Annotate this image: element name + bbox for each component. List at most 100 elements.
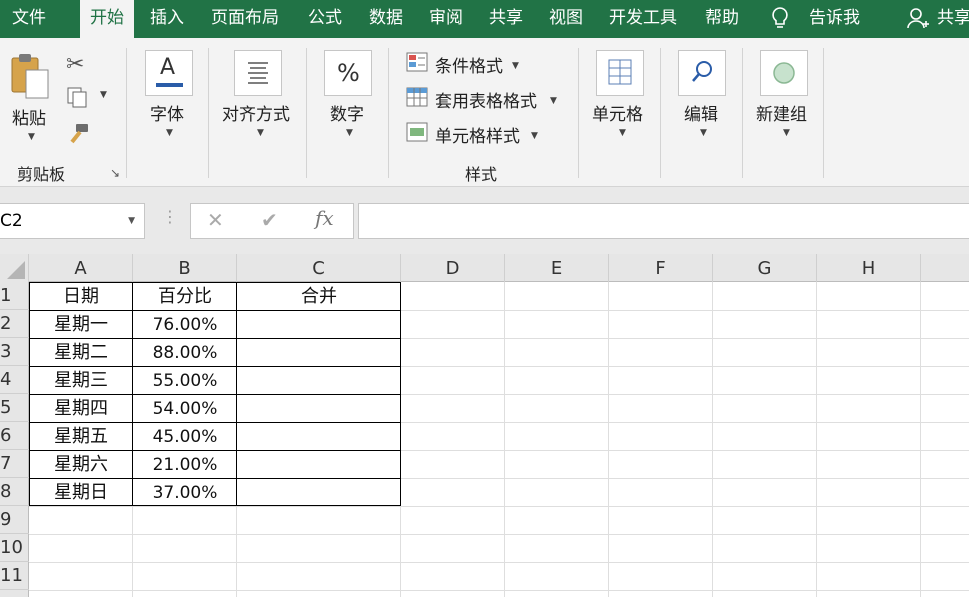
column-header-f[interactable]: F bbox=[609, 254, 713, 282]
new-group-button[interactable]: 新建组 ▼ bbox=[756, 48, 816, 148]
cell-b5[interactable]: 54.00% bbox=[133, 394, 237, 422]
row-header-1[interactable]: 1 bbox=[0, 282, 29, 310]
cell-c4[interactable] bbox=[237, 366, 401, 394]
row-header-3[interactable]: 3 bbox=[0, 338, 29, 366]
new-group-label: 新建组 bbox=[756, 105, 807, 125]
cell-b1[interactable]: 百分比 bbox=[133, 282, 237, 310]
cell-c7[interactable] bbox=[237, 450, 401, 478]
cell-a5[interactable]: 星期四 bbox=[29, 394, 133, 422]
cell-a4[interactable]: 星期三 bbox=[29, 366, 133, 394]
menu-data[interactable]: 数据 bbox=[369, 0, 403, 38]
cell-c1[interactable]: 合并 bbox=[237, 282, 401, 310]
cell-b7[interactable]: 21.00% bbox=[133, 450, 237, 478]
name-box[interactable]: C2 ▼ bbox=[0, 203, 145, 239]
font-button[interactable]: A 字体 ▼ bbox=[145, 48, 201, 148]
alignment-label: 对齐方式 bbox=[222, 105, 290, 125]
menu-page-layout[interactable]: 页面布局 bbox=[211, 0, 279, 38]
grid-line bbox=[29, 590, 969, 591]
column-header-b[interactable]: B bbox=[133, 254, 237, 282]
column-headers: A B C D E F G H bbox=[0, 254, 969, 282]
cell-b8[interactable]: 37.00% bbox=[133, 478, 237, 506]
cell-a7[interactable]: 星期六 bbox=[29, 450, 133, 478]
cell-b4[interactable]: 55.00% bbox=[133, 366, 237, 394]
conditional-format-button[interactable]: 条件格式 ▼ bbox=[406, 52, 566, 78]
cancel-icon[interactable]: ✕ bbox=[207, 208, 224, 232]
menu-file[interactable]: 文件 bbox=[12, 0, 46, 38]
column-header-c[interactable]: C bbox=[237, 254, 401, 282]
cell-a6[interactable]: 星期五 bbox=[29, 422, 133, 450]
format-painter-icon[interactable] bbox=[66, 122, 92, 150]
select-all-button[interactable] bbox=[0, 254, 29, 282]
cell-styles-caret-icon: ▼ bbox=[531, 131, 538, 141]
person-icon[interactable] bbox=[906, 0, 930, 38]
ribbon: 粘贴 ▼ ✂ ▼ 剪贴板 ↘ A 字体 ▼ 对齐方式 ▼ % 数字 ▼ 条件格式… bbox=[0, 38, 969, 187]
menu-help[interactable]: 帮助 bbox=[705, 0, 739, 38]
menu-tell-me[interactable]: 告诉我 bbox=[809, 0, 860, 38]
cut-icon[interactable]: ✂ bbox=[66, 52, 84, 77]
cell-a3[interactable]: 星期二 bbox=[29, 338, 133, 366]
row-header-7[interactable]: 7 bbox=[0, 450, 29, 478]
cell-c2[interactable] bbox=[237, 310, 401, 338]
cells-button[interactable]: 单元格 ▼ bbox=[592, 48, 652, 148]
cell-c6[interactable] bbox=[237, 422, 401, 450]
conditional-format-caret-icon: ▼ bbox=[512, 61, 519, 71]
column-header-g[interactable]: G bbox=[713, 254, 817, 282]
row-header-2[interactable]: 2 bbox=[0, 310, 29, 338]
menu-developer[interactable]: 开发工具 bbox=[609, 0, 677, 38]
row-headers: 1 2 3 4 5 6 7 8 9 10 11 bbox=[0, 282, 29, 597]
row-header-5[interactable]: 5 bbox=[0, 394, 29, 422]
formula-input[interactable] bbox=[358, 203, 969, 239]
dialog-launcher-icon[interactable]: ↘ bbox=[110, 166, 120, 180]
cell-b3[interactable]: 88.00% bbox=[133, 338, 237, 366]
menu-home[interactable]: 开始 bbox=[80, 0, 134, 42]
select-all-icon bbox=[7, 261, 25, 279]
editing-button[interactable]: 编辑 ▼ bbox=[678, 48, 734, 148]
cell-c3[interactable] bbox=[237, 338, 401, 366]
copy-icon[interactable]: ▼ bbox=[66, 86, 107, 112]
row-header-8[interactable]: 8 bbox=[0, 478, 29, 506]
insert-function-icon[interactable]: fx bbox=[315, 206, 334, 230]
column-header-a[interactable]: A bbox=[29, 254, 133, 282]
editing-caret-icon: ▼ bbox=[700, 128, 707, 138]
menu-share[interactable]: 共享 bbox=[937, 0, 969, 38]
table-format-caret-icon: ▼ bbox=[550, 96, 557, 106]
menu-insert[interactable]: 插入 bbox=[150, 0, 184, 38]
row-header-11[interactable]: 11 bbox=[0, 562, 29, 590]
cell-a8[interactable]: 星期日 bbox=[29, 478, 133, 506]
column-header-h[interactable]: H bbox=[817, 254, 921, 282]
formula-bar-splitter[interactable]: ⋮ bbox=[162, 207, 178, 226]
name-box-caret-icon[interactable]: ▼ bbox=[128, 204, 135, 238]
cell-styles-label: 单元格样式 bbox=[435, 127, 520, 147]
menu-share-tab[interactable]: 共享 bbox=[489, 0, 523, 38]
column-header-e[interactable]: E bbox=[505, 254, 609, 282]
cell-b2[interactable]: 76.00% bbox=[133, 310, 237, 338]
lightbulb-icon[interactable] bbox=[770, 0, 790, 38]
group-separator bbox=[742, 48, 743, 178]
group-separator bbox=[823, 48, 824, 178]
cell-styles-icon bbox=[406, 122, 428, 142]
alignment-button[interactable]: 对齐方式 ▼ bbox=[222, 48, 302, 148]
row-header-6[interactable]: 6 bbox=[0, 422, 29, 450]
number-label: 数字 bbox=[330, 105, 364, 125]
cell-c8[interactable] bbox=[237, 478, 401, 506]
cell-a2[interactable]: 星期一 bbox=[29, 310, 133, 338]
grid-line bbox=[920, 282, 921, 597]
menu-view[interactable]: 视图 bbox=[549, 0, 583, 38]
font-label: 字体 bbox=[150, 105, 184, 125]
cell-b6[interactable]: 45.00% bbox=[133, 422, 237, 450]
row-header-10[interactable]: 10 bbox=[0, 534, 29, 562]
row-header-4[interactable]: 4 bbox=[0, 366, 29, 394]
row-header-9[interactable]: 9 bbox=[0, 506, 29, 534]
menu-formulas[interactable]: 公式 bbox=[308, 0, 342, 38]
menu-review[interactable]: 审阅 bbox=[429, 0, 463, 38]
paste-button[interactable]: 粘贴 ▼ bbox=[8, 52, 54, 152]
number-button[interactable]: % 数字 ▼ bbox=[324, 48, 380, 148]
enter-icon[interactable]: ✔ bbox=[261, 208, 278, 232]
column-header-d[interactable]: D bbox=[401, 254, 505, 282]
cell-a1[interactable]: 日期 bbox=[29, 282, 133, 310]
cell-styles-button[interactable]: 单元格样式 ▼ bbox=[406, 122, 566, 148]
alignment-caret-icon: ▼ bbox=[257, 128, 264, 138]
grid-line bbox=[816, 282, 817, 597]
cell-c5[interactable] bbox=[237, 394, 401, 422]
table-format-button[interactable]: 套用表格格式 ▼ bbox=[406, 87, 566, 113]
